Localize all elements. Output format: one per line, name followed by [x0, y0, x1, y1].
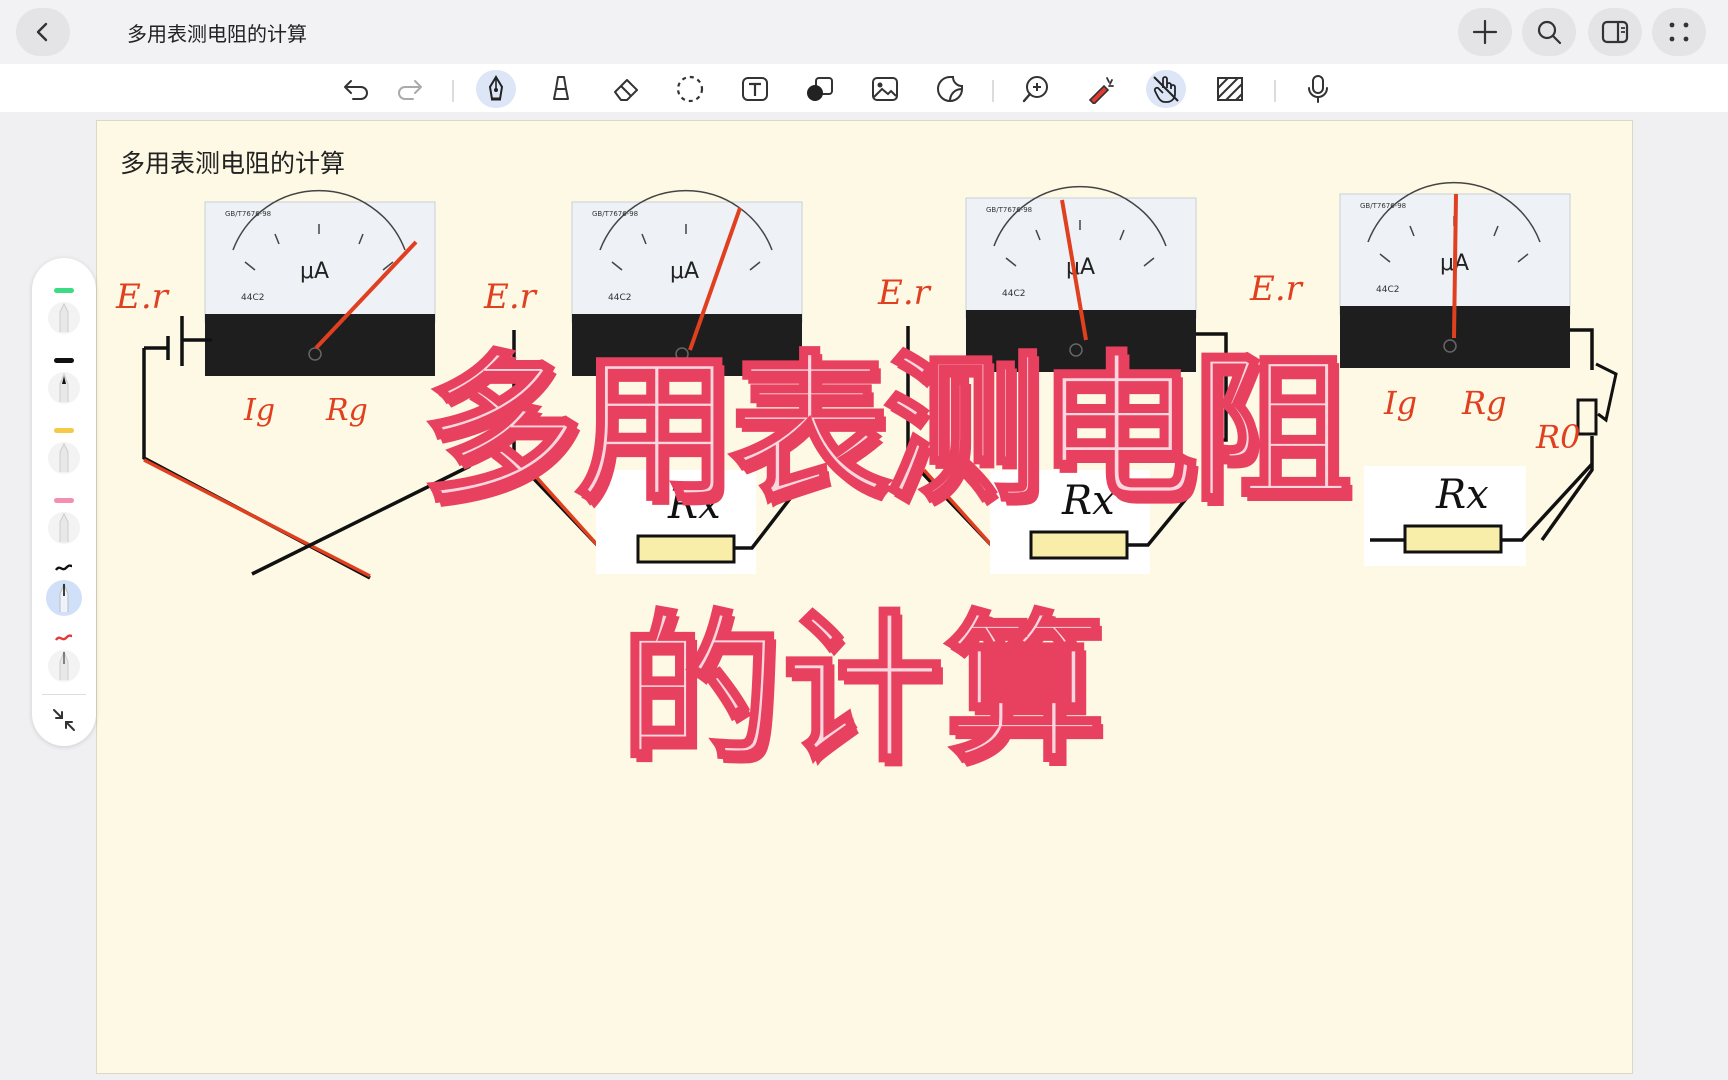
meter-unit-label: μA — [670, 259, 699, 284]
collapse-arrows-icon — [53, 709, 75, 731]
black-fountain-pen-selected[interactable] — [42, 562, 86, 618]
circuit-drawings: GB/T7676-98 44C2 μA E.r Ig Rg μA E.r Rx … — [115, 181, 1618, 580]
meter-unit-label: μA — [300, 259, 329, 284]
red-fountain-pen[interactable] — [42, 632, 86, 688]
overlay-title-line-2: 的计算 — [619, 594, 1107, 785]
highlighter-pen-icon — [48, 288, 80, 334]
pink-highlighter-pen[interactable] — [42, 494, 86, 550]
yellow-highlighter-pen[interactable] — [42, 424, 86, 480]
fountain-pen-icon — [48, 634, 80, 682]
fountain-pen-icon — [46, 564, 82, 616]
pen-palette — [32, 258, 96, 746]
highlighter-pen-icon — [48, 428, 80, 474]
highlighter-pen-icon — [48, 498, 80, 544]
overlay-title-line-1: 多用表测电阻 — [420, 334, 1354, 525]
palette-divider — [42, 694, 86, 695]
collapse-palette-button[interactable] — [48, 704, 80, 736]
green-highlighter-pen[interactable] — [42, 284, 86, 340]
black-marker-pen[interactable] — [42, 354, 86, 410]
marker-pen-icon — [48, 358, 80, 404]
